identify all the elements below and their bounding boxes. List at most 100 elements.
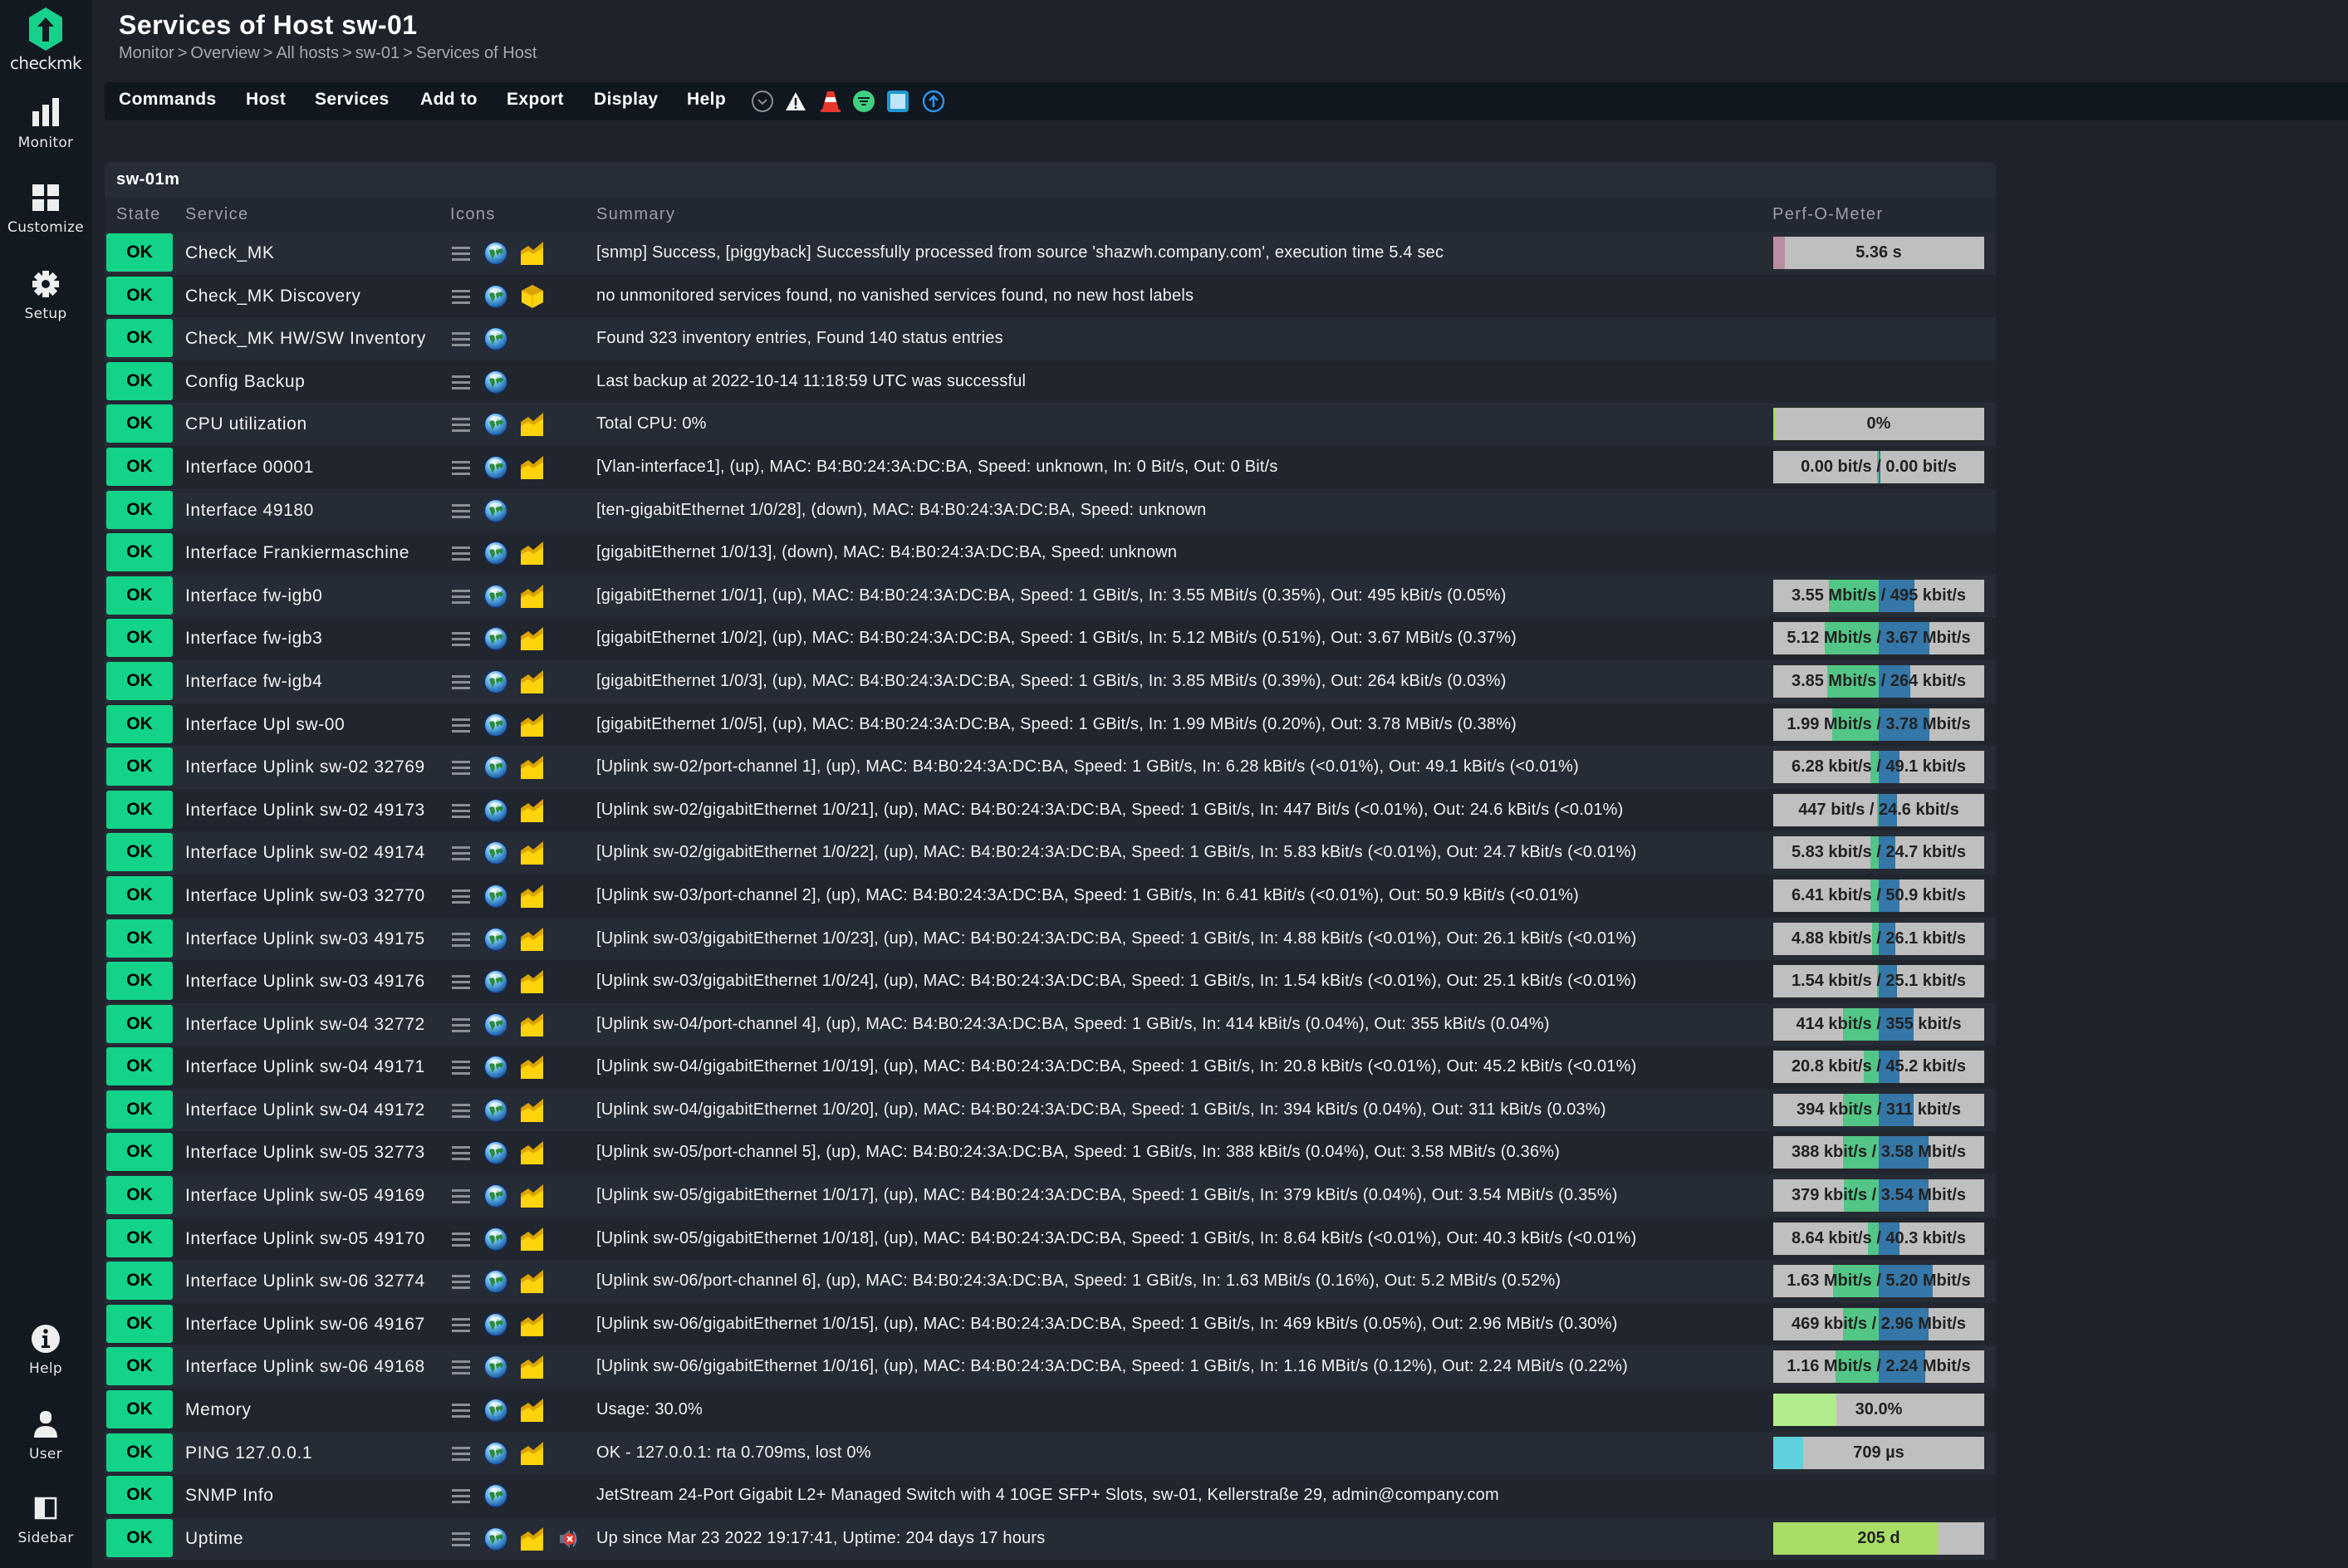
state-badge[interactable]: OK (106, 661, 173, 700)
globe-icon[interactable] (483, 412, 508, 441)
globe-icon[interactable] (483, 1441, 508, 1470)
service-name[interactable]: Interface Uplink sw-06 49167 (185, 1303, 425, 1345)
discovery-box-icon[interactable] (520, 284, 545, 313)
perf-o-meter[interactable]: 0.00 bit/s / 0.00 bit/s (1772, 449, 1985, 484)
state-badge[interactable]: OK (106, 533, 173, 572)
state-badge[interactable]: OK (106, 576, 173, 615)
graph-icon[interactable] (520, 241, 545, 270)
filter-icon[interactable] (852, 90, 875, 113)
action-menu-icon[interactable] (450, 798, 473, 827)
state-badge[interactable]: OK (106, 447, 173, 486)
graph-icon[interactable] (520, 1227, 545, 1256)
globe-icon[interactable] (483, 1183, 508, 1213)
graph-icon[interactable] (520, 755, 545, 784)
perf-o-meter[interactable]: 8.64 kbit/s / 40.3 kbit/s (1772, 1221, 1985, 1256)
globe-icon[interactable] (483, 1398, 508, 1427)
service-name[interactable]: Interface Uplink sw-03 49175 (185, 918, 425, 960)
perf-o-meter[interactable]: 1.99 Mbit/s / 3.78 Mbit/s (1772, 707, 1985, 742)
graph-icon[interactable] (520, 541, 545, 570)
action-menu-icon[interactable] (450, 1269, 473, 1298)
state-badge[interactable]: OK (106, 1518, 173, 1557)
service-name[interactable]: Memory (185, 1389, 251, 1431)
state-badge[interactable]: OK (106, 1047, 173, 1086)
graph-icon[interactable] (520, 713, 545, 742)
action-menu-icon[interactable] (450, 370, 473, 399)
state-badge[interactable]: OK (106, 361, 173, 400)
graph-icon[interactable] (520, 1441, 545, 1470)
column-service[interactable]: Service (185, 197, 249, 232)
state-badge[interactable]: OK (106, 1090, 173, 1129)
globe-icon[interactable] (483, 798, 508, 827)
breadcrumb-monitor[interactable]: Monitor (119, 44, 174, 62)
action-menu-icon[interactable] (450, 1012, 473, 1041)
state-badge[interactable]: OK (106, 490, 173, 529)
globe-icon[interactable] (483, 1355, 508, 1384)
globe-icon[interactable] (483, 1483, 508, 1512)
graph-icon[interactable] (520, 1098, 545, 1127)
column-icons[interactable]: Icons (450, 197, 496, 232)
service-name[interactable]: Interface Upl sw-00 (185, 703, 345, 746)
service-name[interactable]: Interface Uplink sw-02 49174 (185, 831, 425, 874)
service-name[interactable]: Interface Uplink sw-04 49171 (185, 1046, 425, 1088)
graph-icon[interactable] (520, 626, 545, 655)
perf-o-meter[interactable]: 3.85 Mbit/s / 264 kbit/s (1772, 664, 1985, 698)
graph-icon[interactable] (520, 969, 545, 998)
graph-icon[interactable] (520, 1183, 545, 1213)
action-menu-icon[interactable] (450, 498, 473, 527)
graph-icon[interactable] (520, 840, 545, 870)
action-menu-icon[interactable] (450, 284, 473, 313)
graph-icon[interactable] (520, 1526, 545, 1556)
graph-icon[interactable] (520, 669, 545, 698)
service-name[interactable]: Interface Uplink sw-06 32774 (185, 1260, 425, 1302)
globe-icon[interactable] (483, 927, 508, 956)
action-menu-icon[interactable] (450, 241, 473, 270)
checkmk-logo[interactable]: checkmk (0, 7, 91, 73)
service-name[interactable]: SNMP Info (185, 1474, 274, 1517)
service-name[interactable]: Check_MK Discovery (185, 275, 361, 317)
perf-o-meter[interactable]: 4.88 kbit/s / 26.1 kbit/s (1772, 921, 1985, 956)
perf-o-meter[interactable]: 709 µs (1772, 1435, 1985, 1470)
sidebar-item-monitor[interactable]: Monitor (0, 96, 91, 151)
perf-o-meter[interactable]: 5.36 s (1772, 236, 1985, 270)
globe-icon[interactable] (483, 840, 508, 870)
graph-icon[interactable] (520, 884, 545, 913)
action-menu-icon[interactable] (450, 1098, 473, 1127)
perf-o-meter[interactable]: 388 kbit/s / 3.58 Mbit/s (1772, 1135, 1985, 1170)
service-name[interactable]: Check_MK HW/SW Inventory (185, 317, 426, 360)
globe-icon[interactable] (483, 1526, 508, 1556)
state-badge[interactable]: OK (106, 1176, 173, 1215)
globe-icon[interactable] (483, 241, 508, 270)
state-badge[interactable]: OK (106, 1347, 173, 1386)
graph-icon[interactable] (520, 455, 545, 484)
graph-icon[interactable] (520, 1312, 545, 1341)
graph-icon[interactable] (520, 584, 545, 613)
service-name[interactable]: CPU utilization (185, 403, 307, 445)
sidebar-item-user[interactable]: User (0, 1408, 91, 1463)
action-menu-icon[interactable] (450, 1441, 473, 1470)
perf-o-meter[interactable]: 5.83 kbit/s / 24.7 kbit/s (1772, 835, 1985, 870)
state-badge[interactable]: OK (106, 1004, 173, 1043)
perf-o-meter[interactable]: 6.28 kbit/s / 49.1 kbit/s (1772, 750, 1985, 785)
upload-arrow-icon[interactable] (922, 90, 945, 113)
service-name[interactable]: Interface Uplink sw-06 49168 (185, 1345, 425, 1388)
globe-icon[interactable] (483, 1098, 508, 1127)
globe-icon[interactable] (483, 1312, 508, 1341)
action-menu-icon[interactable] (450, 1183, 473, 1213)
service-name[interactable]: Interface Uplink sw-02 49173 (185, 789, 425, 831)
service-name[interactable]: Interface 49180 (185, 489, 314, 532)
graph-icon[interactable] (520, 412, 545, 441)
state-badge[interactable]: OK (106, 790, 173, 829)
service-name[interactable]: Interface fw-igb4 (185, 660, 322, 703)
perf-o-meter[interactable]: 6.41 kbit/s / 50.9 kbit/s (1772, 878, 1985, 913)
state-badge[interactable]: OK (106, 875, 173, 914)
warning-icon[interactable] (784, 90, 807, 113)
action-menu-icon[interactable] (450, 1355, 473, 1384)
state-badge[interactable]: OK (106, 1133, 173, 1172)
state-badge[interactable]: OK (106, 833, 173, 872)
action-menu-icon[interactable] (450, 584, 473, 613)
state-badge[interactable]: OK (106, 962, 173, 1001)
perf-o-meter[interactable]: 30.0% (1772, 1393, 1985, 1428)
action-menu-icon[interactable] (450, 1483, 473, 1512)
column-summary[interactable]: Summary (596, 197, 675, 232)
sidebar-item-help[interactable]: Help (0, 1322, 91, 1377)
